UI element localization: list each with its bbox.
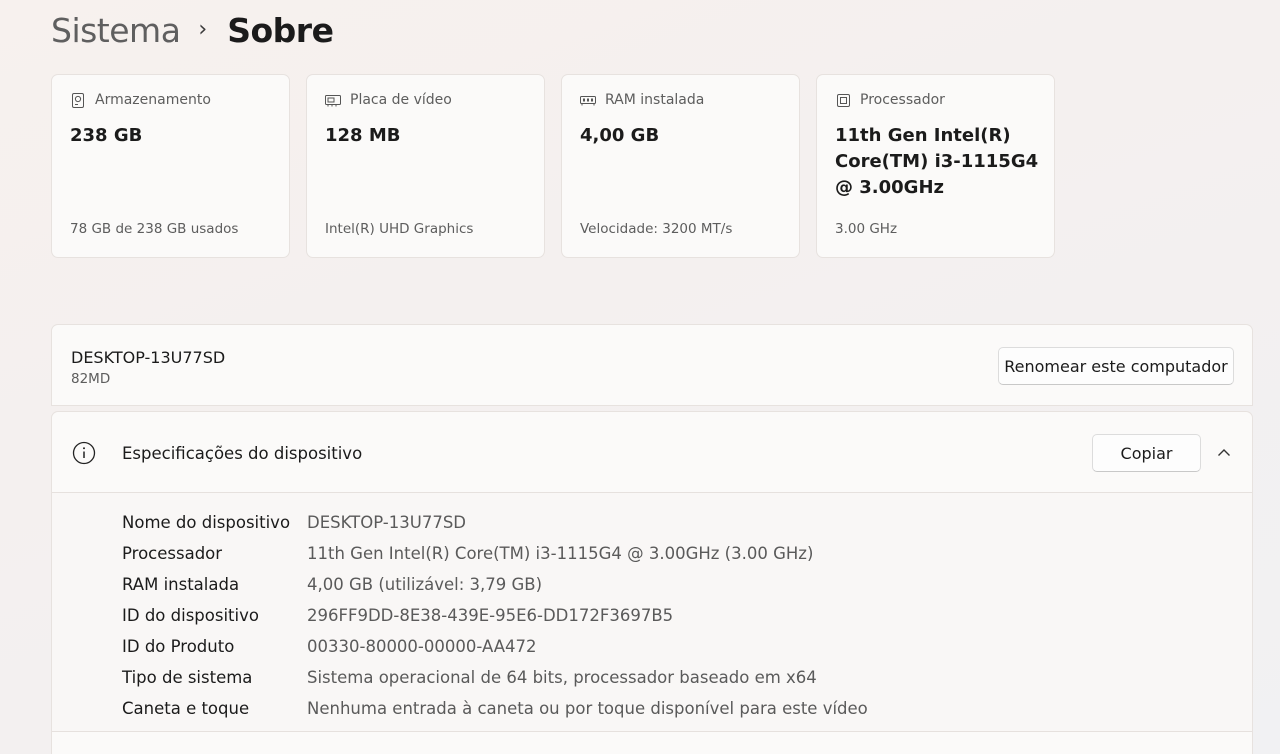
ram-icon xyxy=(580,92,596,108)
card-subtext: Velocidade: 3200 MT/s xyxy=(580,221,733,237)
card-label: Armazenamento xyxy=(95,92,211,108)
breadcrumb-parent-sistema[interactable]: Sistema xyxy=(51,11,181,50)
info-icon xyxy=(72,441,96,465)
spec-list: Nome do dispositivo DESKTOP-13U77SD Proc… xyxy=(122,507,868,724)
breadcrumb: Sistema › Sobre xyxy=(51,8,334,52)
spec-value: 296FF9DD-8E38-439E-95E6-DD172F3697B5 xyxy=(307,606,674,625)
storage-icon xyxy=(70,92,86,108)
card-value: 4,00 GB xyxy=(580,125,660,146)
chevron-right-icon: › xyxy=(198,16,208,42)
device-specifications-section: Especificações do dispositivo Copiar Nom… xyxy=(51,411,1253,754)
copy-button[interactable]: Copiar xyxy=(1092,434,1201,472)
card-label: Processador xyxy=(860,92,945,108)
card-value: 238 GB xyxy=(70,125,143,146)
next-section-edge xyxy=(52,731,1252,754)
spec-value: DESKTOP-13U77SD xyxy=(307,513,466,532)
spec-row-device-id: ID do dispositivo 296FF9DD-8E38-439E-95E… xyxy=(122,600,868,631)
card-subtext: 78 GB de 238 GB usados xyxy=(70,221,239,237)
spec-label: ID do Produto xyxy=(122,637,235,656)
spec-value: 11th Gen Intel(R) Core(TM) i3-1115G4 @ 3… xyxy=(307,544,814,563)
hardware-summary-cards: Armazenamento 238 GB 78 GB de 238 GB usa… xyxy=(51,74,1055,258)
gpu-icon xyxy=(325,92,341,108)
device-name-panel: DESKTOP-13U77SD 82MD Renomear este compu… xyxy=(51,324,1253,406)
card-processor: Processador 11th Gen Intel(R) Core(TM) i… xyxy=(816,74,1055,258)
card-ram: RAM instalada 4,00 GB Velocidade: 3200 M… xyxy=(561,74,800,258)
spec-label: Nome do dispositivo xyxy=(122,513,291,532)
spec-value: 4,00 GB (utilizável: 3,79 GB) xyxy=(307,575,543,594)
card-subtext: Intel(R) UHD Graphics xyxy=(325,221,474,237)
spec-value: Nenhuma entrada à caneta ou por toque di… xyxy=(307,699,868,718)
spec-label: ID do dispositivo xyxy=(122,606,259,625)
chevron-up-icon[interactable] xyxy=(1215,444,1233,462)
card-value: 11th Gen Intel(R) Core(TM) i3-1115G4 @ 3… xyxy=(835,125,1039,198)
rename-computer-button[interactable]: Renomear este computador xyxy=(998,347,1234,385)
card-label: Placa de vídeo xyxy=(350,92,452,108)
spec-value: Sistema operacional de 64 bits, processa… xyxy=(307,668,817,687)
card-storage: Armazenamento 238 GB 78 GB de 238 GB usa… xyxy=(51,74,290,258)
spec-label: Tipo de sistema xyxy=(122,668,253,687)
spec-row-ram: RAM instalada 4,00 GB (utilizável: 3,79 … xyxy=(122,569,868,600)
spec-row-processor: Processador 11th Gen Intel(R) Core(TM) i… xyxy=(122,538,868,569)
spec-row-system-type: Tipo de sistema Sistema operacional de 6… xyxy=(122,662,868,693)
spec-row-device-name: Nome do dispositivo DESKTOP-13U77SD xyxy=(122,507,868,538)
page-title: Sobre xyxy=(227,10,334,50)
specs-title: Especificações do dispositivo xyxy=(122,444,363,463)
card-subtext: 3.00 GHz xyxy=(835,221,898,237)
spec-label: Caneta e toque xyxy=(122,699,250,718)
device-model: 82MD xyxy=(71,371,111,387)
processor-icon xyxy=(835,92,851,108)
device-name: DESKTOP-13U77SD xyxy=(71,348,226,367)
card-gpu: Placa de vídeo 128 MB Intel(R) UHD Graph… xyxy=(306,74,545,258)
spec-row-pen-touch: Caneta e toque Nenhuma entrada à caneta … xyxy=(122,693,868,724)
spec-value: 00330-80000-00000-AA472 xyxy=(307,637,537,656)
card-value: 128 MB xyxy=(325,125,401,146)
spec-label: Processador xyxy=(122,544,223,563)
specs-header[interactable]: Especificações do dispositivo Copiar xyxy=(52,412,1252,493)
spec-row-product-id: ID do Produto 00330-80000-00000-AA472 xyxy=(122,631,868,662)
card-label: RAM instalada xyxy=(605,92,705,108)
spec-label: RAM instalada xyxy=(122,575,240,594)
